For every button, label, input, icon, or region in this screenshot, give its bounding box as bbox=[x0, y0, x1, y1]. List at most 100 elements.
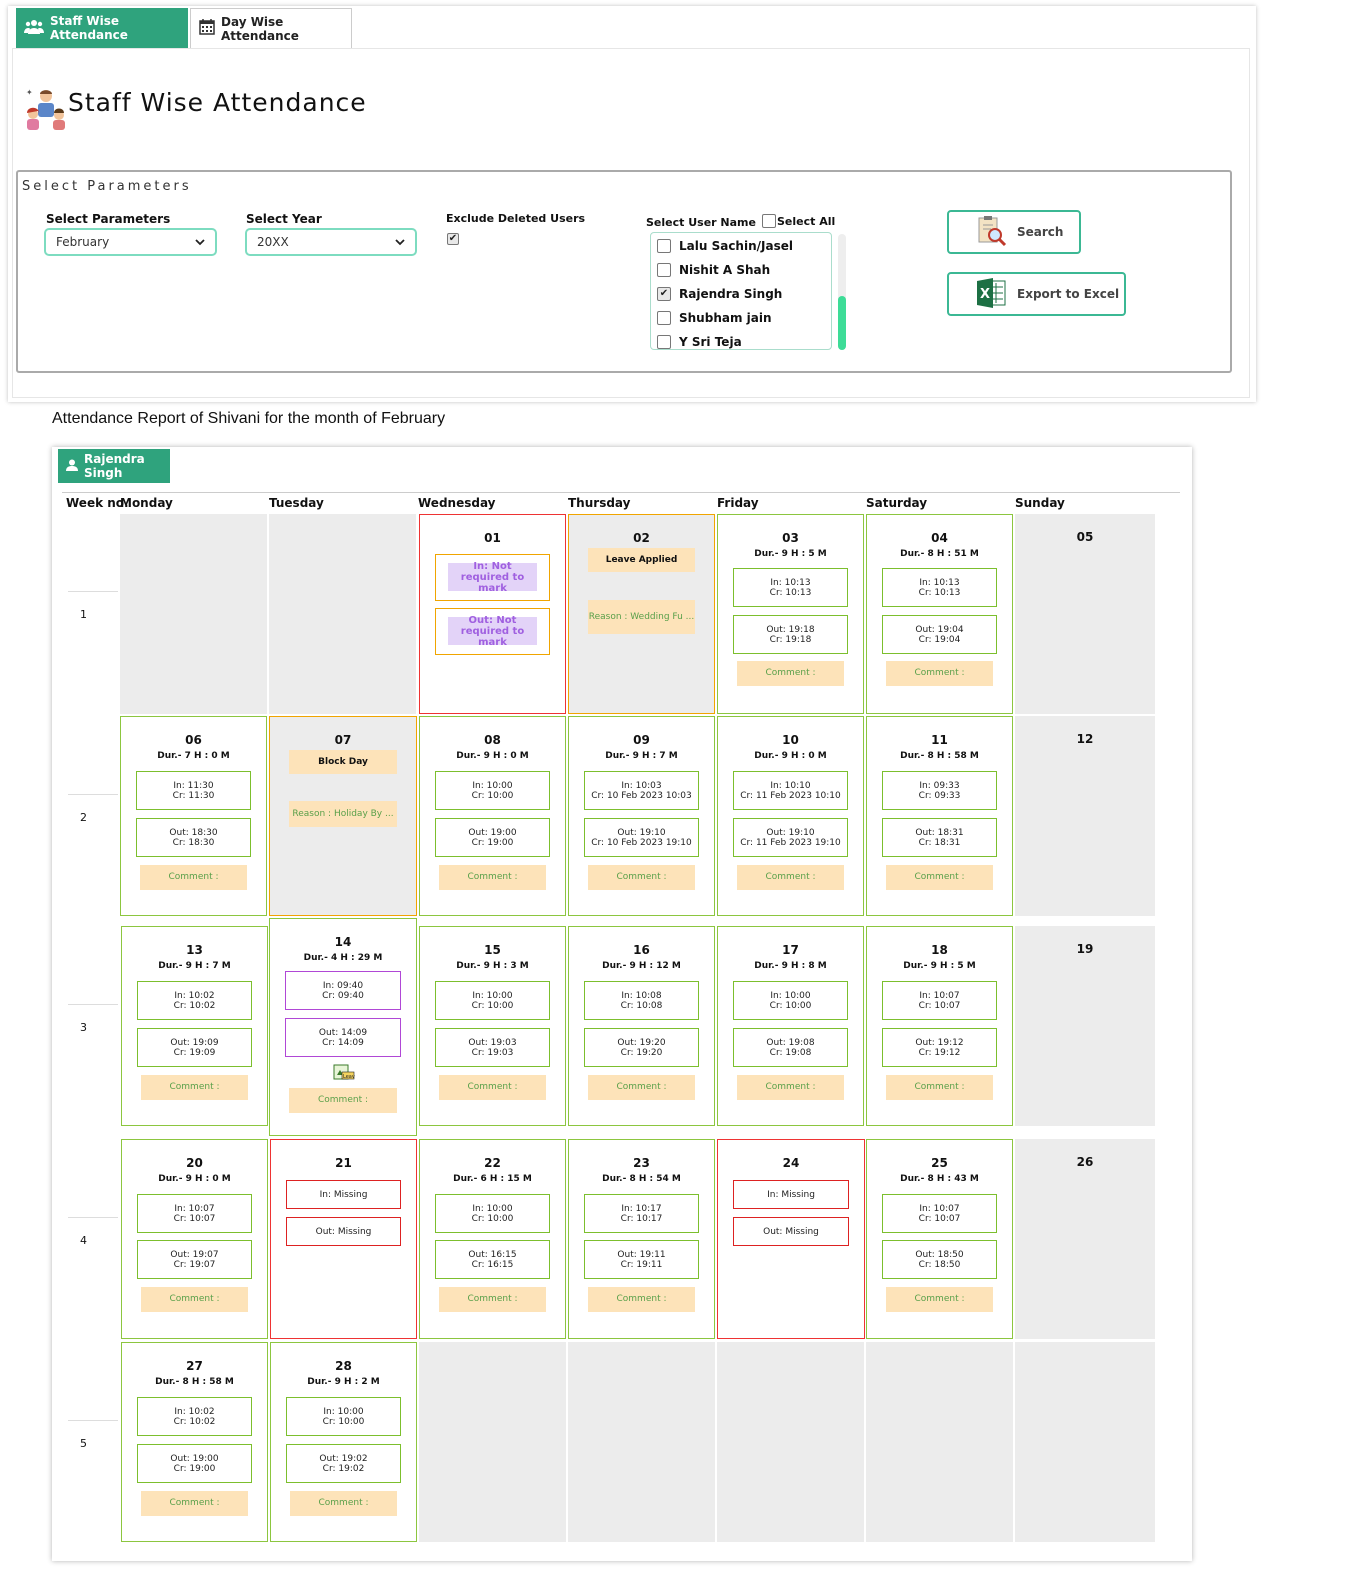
search-button[interactable]: Search bbox=[947, 210, 1081, 254]
tab-day-wise[interactable]: Day Wise Attendance bbox=[190, 8, 352, 48]
punch-out-missing: Out: Missing bbox=[286, 1217, 401, 1246]
punch-in-created: Cr: 11:30 bbox=[172, 790, 215, 801]
day-cell[interactable]: 16 Dur.- 9 H : 12 M In: 10:08 Cr: 10:08 O… bbox=[568, 926, 715, 1126]
user-list-scrollbar[interactable] bbox=[838, 234, 846, 350]
block-reason[interactable]: Reason : Holiday By ... bbox=[289, 801, 397, 827]
tab-staff-wise[interactable]: Staff Wise Attendance bbox=[16, 8, 188, 48]
comment-button[interactable]: Comment : bbox=[588, 1075, 695, 1100]
duration: Dur.- 9 H : 7 M bbox=[158, 961, 231, 971]
attachment-icon[interactable]: Leave bbox=[333, 1064, 358, 1084]
day-cell[interactable]: 08 Dur.- 9 H : 0 M In: 10:00 Cr: 10:00 Ou… bbox=[419, 716, 566, 916]
comment-button[interactable]: Comment : bbox=[439, 1287, 546, 1312]
user-item[interactable]: Shubham jain bbox=[657, 306, 793, 330]
tab-staff-label: Staff Wise Attendance bbox=[50, 14, 128, 42]
comment-button[interactable]: Comment : bbox=[886, 1287, 993, 1312]
comment-button[interactable]: Comment : bbox=[141, 1287, 248, 1312]
select-all-checkbox[interactable] bbox=[762, 214, 776, 228]
day-cell[interactable]: 04 Dur.- 8 H : 51 M In: 10:13 Cr: 10:13 O… bbox=[866, 514, 1013, 714]
day-cell[interactable]: 25 Dur.- 8 H : 43 M In: 10:07 Cr: 10:07 O… bbox=[866, 1139, 1013, 1339]
punch-in-created: Cr: 10:00 bbox=[322, 1416, 365, 1427]
user-checkbox[interactable] bbox=[657, 239, 671, 253]
header-thursday: Thursday bbox=[568, 496, 631, 510]
day-cell[interactable]: 03 Dur.- 9 H : 5 M In: 10:13 Cr: 10:13 Ou… bbox=[717, 514, 864, 714]
day-cell[interactable]: 10 Dur.- 9 H : 0 M In: 10:10 Cr: 11 Feb 2… bbox=[717, 716, 864, 916]
user-checkbox[interactable]: ✔ bbox=[657, 287, 671, 301]
user-checkbox[interactable] bbox=[657, 263, 671, 277]
leave-status: Leave Applied bbox=[588, 548, 695, 572]
comment-button[interactable]: Comment : bbox=[737, 1075, 844, 1100]
user-checkbox[interactable] bbox=[657, 311, 671, 325]
punch-out-box: Out: 19:00 Cr: 19:00 bbox=[435, 818, 550, 857]
day-cell[interactable]: 01 In: Not required to mark Out: Not req… bbox=[419, 514, 566, 714]
comment-button[interactable]: Comment : bbox=[588, 865, 695, 890]
month-value: February bbox=[56, 235, 110, 249]
comment-button[interactable]: Comment : bbox=[141, 1075, 248, 1100]
comment-button[interactable]: Comment : bbox=[886, 661, 993, 686]
day-cell[interactable]: 13 Dur.- 9 H : 7 M In: 10:02 Cr: 10:02 Ou… bbox=[121, 926, 268, 1126]
punch-in-time: In: 10:02 bbox=[174, 1406, 215, 1417]
day-cell[interactable]: 06 Dur.- 7 H : 0 M In: 11:30 Cr: 11:30 Ou… bbox=[120, 716, 267, 916]
day-cell[interactable]: 20 Dur.- 9 H : 0 M In: 10:07 Cr: 10:07 Ou… bbox=[121, 1139, 268, 1339]
comment-button[interactable]: Comment : bbox=[588, 1287, 695, 1312]
punch-out-box: Out: 19:02 Cr: 19:02 bbox=[286, 1444, 401, 1483]
year-select[interactable]: 20XX bbox=[245, 228, 417, 256]
day-cell[interactable]: 15 Dur.- 9 H : 3 M In: 10:00 Cr: 10:00 Ou… bbox=[419, 926, 566, 1126]
user-item[interactable]: Nishit A Shah bbox=[657, 258, 793, 282]
leave-reason[interactable]: Reason : Wedding Fu ... bbox=[588, 600, 695, 634]
export-excel-button[interactable]: X Export to Excel bbox=[947, 272, 1126, 316]
user-list[interactable]: Lalu Sachin/Jasel Nishit A Shah ✔ Rajendr… bbox=[650, 232, 832, 350]
punch-out-time: Out: 19:02 bbox=[319, 1453, 368, 1464]
day-cell[interactable]: 11 Dur.- 8 H : 58 M In: 09:33 Cr: 09:33 O… bbox=[866, 716, 1013, 916]
punch-in-time: In: 10:00 bbox=[770, 990, 811, 1001]
day-cell[interactable]: 28 Dur.- 9 H : 2 M In: 10:00 Cr: 10:00 Ou… bbox=[270, 1342, 417, 1542]
week-number: 1 bbox=[80, 608, 87, 621]
day-cell[interactable]: 17 Dur.- 9 H : 8 M In: 10:00 Cr: 10:00 Ou… bbox=[717, 926, 864, 1126]
day-cell[interactable]: 21 In: Missing Out: Missing bbox=[270, 1139, 417, 1339]
day-cell[interactable]: 07 Block Day Reason : Holiday By ... bbox=[269, 716, 417, 916]
comment-button[interactable]: Comment : bbox=[439, 1075, 546, 1100]
user-item[interactable]: ✔ Rajendra Singh bbox=[657, 282, 793, 306]
day-cell[interactable]: 14 Dur.- 4 H : 29 M In: 09:40 Cr: 09:40 O… bbox=[269, 918, 417, 1136]
comment-button[interactable]: Comment : bbox=[290, 1491, 397, 1516]
user-tab[interactable]: Rajendra Singh bbox=[58, 449, 170, 483]
comment-button[interactable]: Comment : bbox=[289, 1088, 397, 1113]
punch-in-time: In: 09:40 bbox=[322, 980, 364, 991]
user-name: Lalu Sachin/Jasel bbox=[679, 239, 793, 253]
comment-button[interactable]: Comment : bbox=[886, 865, 993, 890]
month-select[interactable]: February bbox=[44, 228, 217, 256]
punch-out-time: Out: 19:09 bbox=[170, 1037, 219, 1048]
punch-out-box: Out: 19:18 Cr: 19:18 bbox=[733, 615, 848, 654]
day-cell[interactable]: 02 Leave Applied Reason : Wedding Fu ... bbox=[568, 514, 715, 714]
punch-in-box: In: 10:00 Cr: 10:00 bbox=[286, 1397, 401, 1436]
punch-out-box: Out: 19:07 Cr: 19:07 bbox=[137, 1240, 252, 1279]
scrollbar-thumb[interactable] bbox=[838, 296, 846, 350]
exclude-deleted-checkbox[interactable]: ✔ bbox=[447, 233, 459, 245]
day-cell[interactable]: 09 Dur.- 9 H : 7 M In: 10:03 Cr: 10 Feb 2… bbox=[568, 716, 715, 916]
punch-out-box: Out: 18:30 Cr: 18:30 bbox=[136, 818, 251, 857]
duration: Dur.- 8 H : 58 M bbox=[900, 751, 979, 761]
comment-button[interactable]: Comment : bbox=[140, 865, 247, 890]
comment-button[interactable]: Comment : bbox=[737, 865, 844, 890]
day-cell[interactable]: 22 Dur.- 6 H : 15 M In: 10:00 Cr: 10:00 O… bbox=[419, 1139, 566, 1339]
user-name: Nishit A Shah bbox=[679, 263, 771, 277]
comment-button[interactable]: Comment : bbox=[439, 865, 546, 890]
comment-button[interactable]: Comment : bbox=[141, 1491, 248, 1516]
punch-out-time: Out: 19:10 bbox=[766, 827, 815, 838]
select-all[interactable]: Select All bbox=[762, 214, 835, 228]
day-cell[interactable]: 24 In: Missing Out: Missing bbox=[717, 1139, 865, 1339]
day-cell[interactable]: 18 Dur.- 9 H : 5 M In: 10:07 Cr: 10:07 Ou… bbox=[866, 926, 1013, 1126]
user-item[interactable]: Lalu Sachin/Jasel bbox=[657, 234, 793, 258]
punch-out-box: Out: 18:31 Cr: 18:31 bbox=[882, 818, 997, 857]
day-cell[interactable]: 27 Dur.- 8 H : 58 M In: 10:02 Cr: 10:02 O… bbox=[121, 1342, 268, 1542]
punch-in-time: In: 10:07 bbox=[919, 990, 960, 1001]
day-cell[interactable]: 23 Dur.- 8 H : 54 M In: 10:17 Cr: 10:17 O… bbox=[568, 1139, 715, 1339]
duration: Dur.- 9 H : 2 M bbox=[307, 1377, 380, 1387]
user-checkbox[interactable] bbox=[657, 335, 671, 349]
comment-button[interactable]: Comment : bbox=[737, 661, 844, 686]
user-item[interactable]: Y Sri Teja bbox=[657, 330, 793, 354]
comment-button[interactable]: Comment : bbox=[886, 1075, 993, 1100]
day-number: 04 bbox=[931, 531, 948, 545]
duration: Dur.- 8 H : 51 M bbox=[900, 549, 979, 559]
duration: Dur.- 8 H : 43 M bbox=[900, 1174, 979, 1184]
punch-in-time: In: 10:00 bbox=[323, 1406, 364, 1417]
